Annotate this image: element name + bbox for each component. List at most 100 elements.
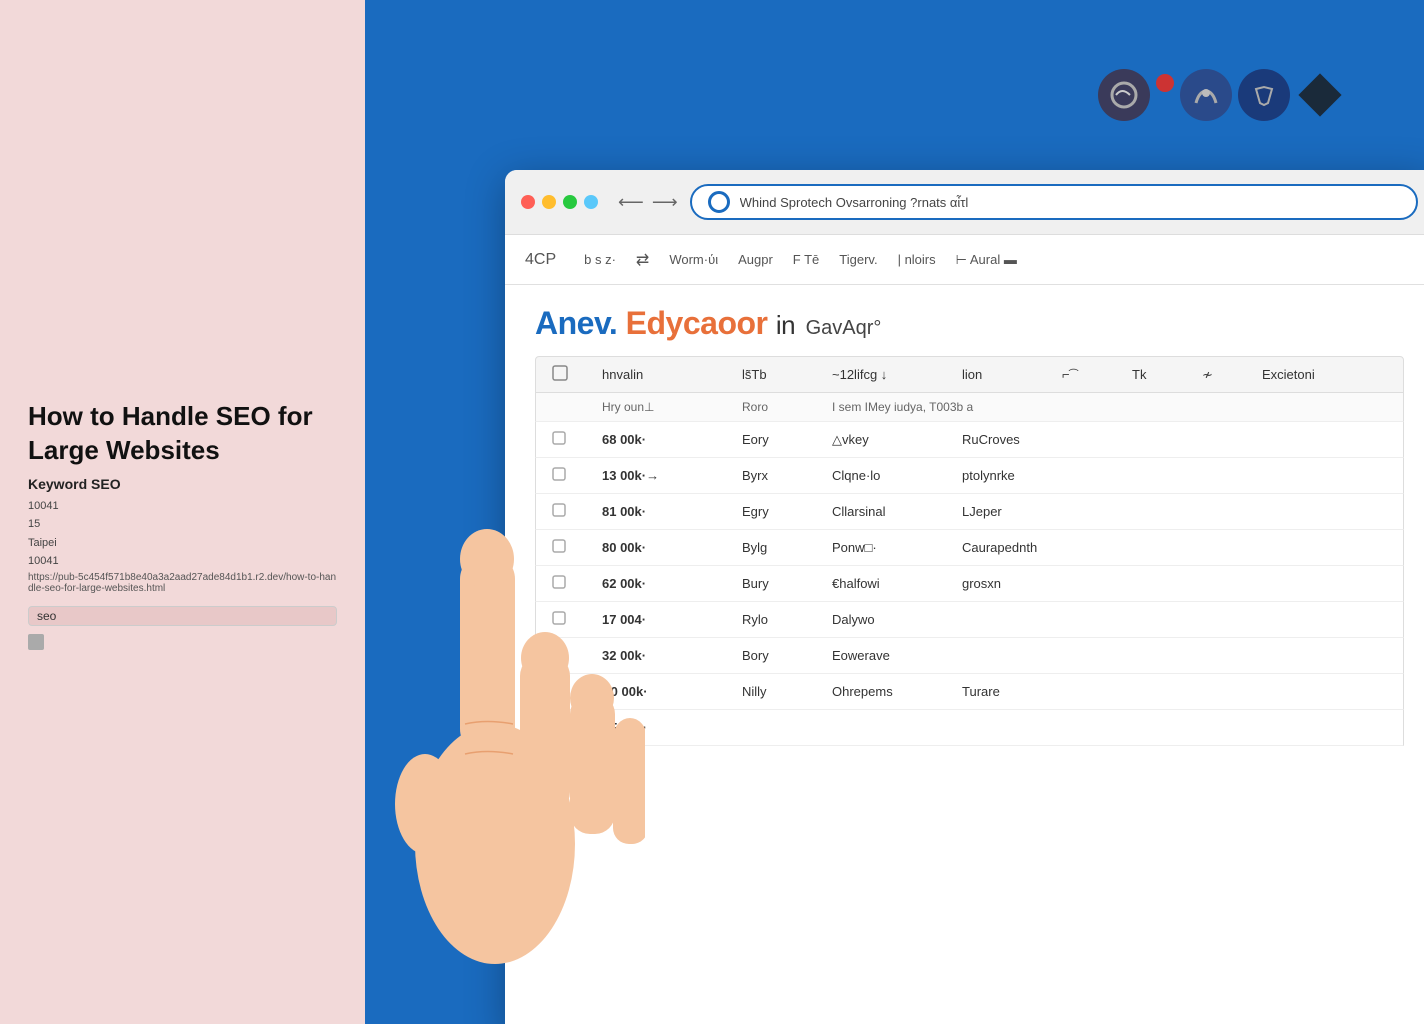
row-name-3: LJeper — [962, 504, 1387, 519]
sidebar-tag: seo — [28, 606, 337, 626]
row-diff-5: Bury — [742, 576, 812, 591]
tab-toolbar-left[interactable]: 4CP — [525, 251, 556, 269]
logo-dot-red — [1156, 74, 1174, 92]
address-text: Whind Sprotech Ovsarroning ?rnats αἶτl — [740, 195, 1400, 210]
browser-main: Anev. Edycaoor in GavAqr° hnvalin ls̃Tb … — [505, 285, 1424, 766]
tab-augpr[interactable]: Augpr — [738, 248, 773, 271]
sidebar-icon-row — [28, 634, 337, 650]
logo-icon-diamond — [1296, 71, 1344, 119]
left-sidebar: How to Handle SEO for Large Websites Key… — [0, 0, 365, 1024]
row-arrow-3: Cllarsinal — [832, 504, 942, 519]
row-arrow-8: Ohrepems — [832, 684, 942, 699]
nav-back-icon[interactable]: ⟵ — [618, 192, 644, 213]
row-diff-2: Byrx — [742, 468, 812, 483]
col-header-lion: lion — [962, 367, 1042, 382]
sub-hry-oun: Hry oun⊥ — [602, 400, 722, 414]
row-arrow-5: €halfowi — [832, 576, 942, 591]
row-vol-3: 81 00k· — [602, 504, 722, 519]
tab-aural[interactable]: ⊢ Aural ▬ — [956, 248, 1017, 272]
col-header-lifcg: ~12lifcg ↓ — [832, 367, 942, 382]
row-vol-1: 68 00k· — [602, 432, 722, 447]
tl-red[interactable] — [521, 195, 535, 209]
col-header-tk: Tk — [1132, 367, 1182, 382]
logo-icon-3 — [1238, 69, 1290, 121]
row-cb[interactable] — [552, 431, 582, 448]
row-name-1: RuCroves — [962, 432, 1387, 447]
page-title-row: Anev. Edycaoor in GavAqr° — [535, 305, 1404, 342]
table-header: hnvalin ls̃Tb ~12lifcg ↓ lion ⌐͡ Tk ≁ Ex… — [535, 356, 1404, 393]
col-header-lstb: ls̃Tb — [742, 367, 812, 382]
sidebar-title: How to Handle SEO for Large Websites — [28, 400, 337, 468]
row-diff-7: Bory — [742, 648, 812, 663]
row-cb[interactable] — [552, 647, 582, 664]
browser-tabs-row: 4CP b s z· ⇄ Worm·ύι Augpr F Tē Tigerv. … — [505, 235, 1424, 285]
sidebar-meta3: Taipei — [28, 535, 337, 552]
tab-icon[interactable]: ⇄ — [636, 250, 649, 270]
logo-cluster — [1098, 69, 1344, 121]
address-circle-icon — [708, 191, 730, 213]
row-name-8: Turare — [962, 684, 1387, 699]
row-arrow-7: Eowerave — [832, 648, 942, 663]
row-arrow-1: △vkey — [832, 432, 942, 448]
sidebar-small-icon — [28, 634, 44, 650]
table-row: 17 004· Rylo Dalywo — [535, 602, 1404, 638]
logo-icon-2 — [1180, 69, 1232, 121]
sidebar-meta2: 15 — [28, 516, 337, 533]
table-row: 81 00k· Egry Cllarsinal LJeper — [535, 494, 1404, 530]
page-subtitle: GavAqr° — [806, 317, 882, 339]
row-diff-6: Rylo — [742, 612, 812, 627]
tab-te[interactable]: F Tē — [793, 248, 820, 271]
table-row: 8F 00k· — [535, 710, 1404, 746]
row-diff-3: Egry — [742, 504, 812, 519]
row-name-5: grosxn — [962, 576, 1387, 591]
col-header-hnvalin: hnvalin — [602, 367, 722, 382]
row-name-4: Caurapednth — [962, 540, 1387, 555]
browser-nav: ⟵ ⟶ — [618, 192, 678, 213]
row-diff-4: Bylg — [742, 540, 812, 555]
row-diff-1: Eory — [742, 432, 812, 447]
table-sub-header: Hry oun⊥ Roro I sem IMey iudya, T003b a — [535, 393, 1404, 422]
table-row: 13 00k·→ Byrx Clqne·lo ptolynrke — [535, 458, 1404, 494]
tab-worm-ji[interactable]: Worm·ύι — [669, 248, 718, 271]
table-row: S0 00k· Nilly Ohrepems Turare — [535, 674, 1404, 710]
table-row: 68 00k· Eory △vkey RuCroves — [535, 422, 1404, 458]
sub-roro: Roro — [742, 400, 812, 414]
col-header-check — [552, 365, 582, 384]
sub-sem: I sem IMey iudya, T003b a — [832, 400, 1387, 414]
nav-forward-icon[interactable]: ⟶ — [652, 192, 678, 213]
row-cb[interactable] — [552, 683, 582, 700]
top-blue-area — [365, 0, 1424, 190]
traffic-lights — [521, 195, 598, 209]
logo-icon-1 — [1098, 69, 1150, 121]
browser-window: ⟵ ⟶ Whind Sprotech Ovsarroning ?rnats αἶ… — [505, 170, 1424, 1024]
sidebar-keyword: Keyword SEO — [28, 476, 337, 492]
row-name-2: ptolynrke — [962, 468, 1387, 483]
row-cb[interactable] — [552, 503, 582, 520]
tab-b[interactable]: b s z· — [584, 252, 616, 267]
right-content: ⟵ ⟶ Whind Sprotech Ovsarroning ?rnats αἶ… — [365, 0, 1424, 1024]
row-diff-8: Nilly — [742, 684, 812, 699]
row-arrow-2: Clqne·lo — [832, 468, 942, 483]
row-cb[interactable] — [552, 719, 582, 736]
row-arrow-6: Dalywo — [832, 612, 942, 627]
tl-green[interactable] — [563, 195, 577, 209]
sidebar-url: https://pub-5c454f571b8e40a3a2aad27ade84… — [28, 572, 337, 594]
tl-teal[interactable] — [584, 195, 598, 209]
row-vol-5: 62 00k· — [602, 576, 722, 591]
row-cb[interactable] — [552, 575, 582, 592]
row-cb[interactable] — [552, 539, 582, 556]
address-bar[interactable]: Whind Sprotech Ovsarroning ?rnats αἶτl — [690, 184, 1418, 220]
row-cb[interactable] — [552, 467, 582, 484]
tl-yellow[interactable] — [542, 195, 556, 209]
row-vol-8: S0 00k· — [602, 684, 722, 699]
col-header-arrow: ⌐͡ — [1062, 367, 1112, 382]
row-cb[interactable] — [552, 611, 582, 628]
row-vol-7: 32 00k· — [602, 648, 722, 663]
page-title-main: Anev. Edycaoor in — [535, 305, 795, 341]
col-header-sim: ≁ — [1202, 367, 1242, 383]
row-vol-2: 13 00k·→ — [602, 468, 722, 483]
table-row: 62 00k· Bury €halfowi grosxn — [535, 566, 1404, 602]
tab-nloirs[interactable]: | nloirs — [898, 248, 936, 271]
col-header-excietoni: Excietoni — [1262, 367, 1387, 382]
tab-tigerv[interactable]: Tigerv. — [839, 248, 877, 271]
